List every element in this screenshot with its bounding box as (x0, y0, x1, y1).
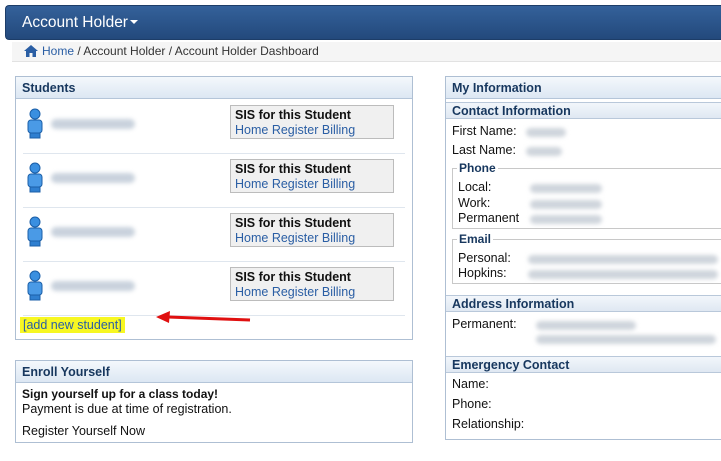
student-billing-link[interactable]: Billing (322, 123, 355, 137)
student-register-link[interactable]: Register (272, 285, 319, 299)
email-hopkins-redacted (528, 270, 718, 279)
last-name-value-redacted (526, 147, 562, 156)
student-name-redacted (51, 119, 135, 129)
emergency-relationship-label: Relationship: (452, 417, 525, 431)
student-row: SIS for this Student Home Register Billi… (23, 100, 405, 154)
student-row: SIS for this Student Home Register Billi… (23, 208, 405, 262)
sis-title: SIS for this Student (235, 162, 351, 176)
enroll-yourself-panel: Enroll Yourself Sign yourself up for a c… (15, 360, 413, 443)
students-panel-title: Students (16, 77, 412, 99)
phone-local-redacted (530, 184, 602, 193)
breadcrumb-current: Account Holder Dashboard (174, 44, 319, 58)
my-information-panel: My Information Contact Information First… (445, 76, 721, 440)
breadcrumb-parent: Account Holder (83, 44, 166, 58)
my-information-title: My Information (446, 77, 721, 99)
sis-title: SIS for this Student (235, 216, 351, 230)
sis-box: SIS for this Student Home Register Billi… (230, 159, 394, 193)
address-permanent-label: Permanent: (452, 317, 517, 331)
emergency-phone-label: Phone: (452, 397, 492, 411)
emergency-name-label: Name: (452, 377, 489, 391)
sis-title: SIS for this Student (235, 270, 351, 284)
student-row: SIS for this Student Home Register Billi… (23, 262, 405, 316)
breadcrumb-separator: / (74, 44, 84, 58)
user-icon (25, 270, 45, 305)
enroll-headline: Sign yourself up for a class today! (22, 387, 219, 401)
phone-legend: Phone (459, 161, 496, 175)
student-register-link[interactable]: Register (272, 177, 319, 191)
user-icon (25, 216, 45, 251)
student-home-link[interactable]: Home (235, 231, 268, 245)
student-row: SIS for this Student Home Register Billi… (23, 154, 405, 208)
phone-work-label: Work: (458, 196, 491, 210)
sis-title: SIS for this Student (235, 108, 351, 122)
emergency-contact-header: Emergency Contact (446, 356, 721, 373)
student-name-redacted (51, 281, 135, 291)
contact-information-header: Contact Information (446, 102, 721, 119)
email-legend: Email (459, 232, 492, 246)
email-personal-redacted (528, 255, 718, 264)
breadcrumb-separator: / (165, 44, 175, 58)
sis-box: SIS for this Student Home Register Billi… (230, 267, 394, 301)
phone-permanent-label: Permanent (458, 211, 520, 225)
caret-down-icon (129, 20, 138, 24)
student-name-redacted (51, 227, 135, 237)
student-home-link[interactable]: Home (235, 285, 268, 299)
students-panel: Students SIS for this Student Home Regis… (15, 76, 413, 340)
sis-box: SIS for this Student Home Register Billi… (230, 213, 394, 247)
top-navbar: Account Holder (5, 5, 721, 40)
add-new-student-link[interactable]: [add new student] (20, 317, 125, 333)
address-line2-redacted (536, 335, 716, 344)
student-register-link[interactable]: Register (272, 123, 319, 137)
phone-work-redacted (530, 200, 602, 209)
sis-box: SIS for this Student Home Register Billi… (230, 105, 394, 139)
student-name-redacted (51, 173, 135, 183)
breadcrumb: Home / Account Holder / Account Holder D… (12, 42, 721, 62)
red-arrow-icon (154, 311, 254, 330)
first-name-label: First Name: (452, 124, 517, 138)
last-name-label: Last Name: (452, 143, 516, 157)
phone-permanent-redacted (530, 215, 602, 224)
user-icon (25, 108, 45, 143)
enroll-note: Payment is due at time of registration. (22, 402, 232, 416)
address-information-header: Address Information (446, 295, 721, 312)
account-holder-menu[interactable]: Account Holder (22, 14, 138, 32)
email-personal-label: Personal: (458, 251, 511, 265)
account-holder-menu-label: Account Holder (22, 14, 128, 31)
student-billing-link[interactable]: Billing (322, 285, 355, 299)
student-register-link[interactable]: Register (272, 231, 319, 245)
email-hopkins-label: Hopkins: (458, 266, 507, 280)
student-home-link[interactable]: Home (235, 177, 268, 191)
register-yourself-link[interactable]: Register Yourself Now (22, 424, 406, 438)
home-icon (24, 44, 38, 63)
breadcrumb-home-link[interactable]: Home (42, 44, 74, 58)
enroll-panel-title: Enroll Yourself (16, 361, 412, 383)
student-billing-link[interactable]: Billing (322, 231, 355, 245)
student-home-link[interactable]: Home (235, 123, 268, 137)
user-icon (25, 162, 45, 197)
first-name-value-redacted (526, 128, 566, 137)
address-line1-redacted (536, 321, 636, 330)
student-billing-link[interactable]: Billing (322, 177, 355, 191)
phone-local-label: Local: (458, 180, 492, 194)
